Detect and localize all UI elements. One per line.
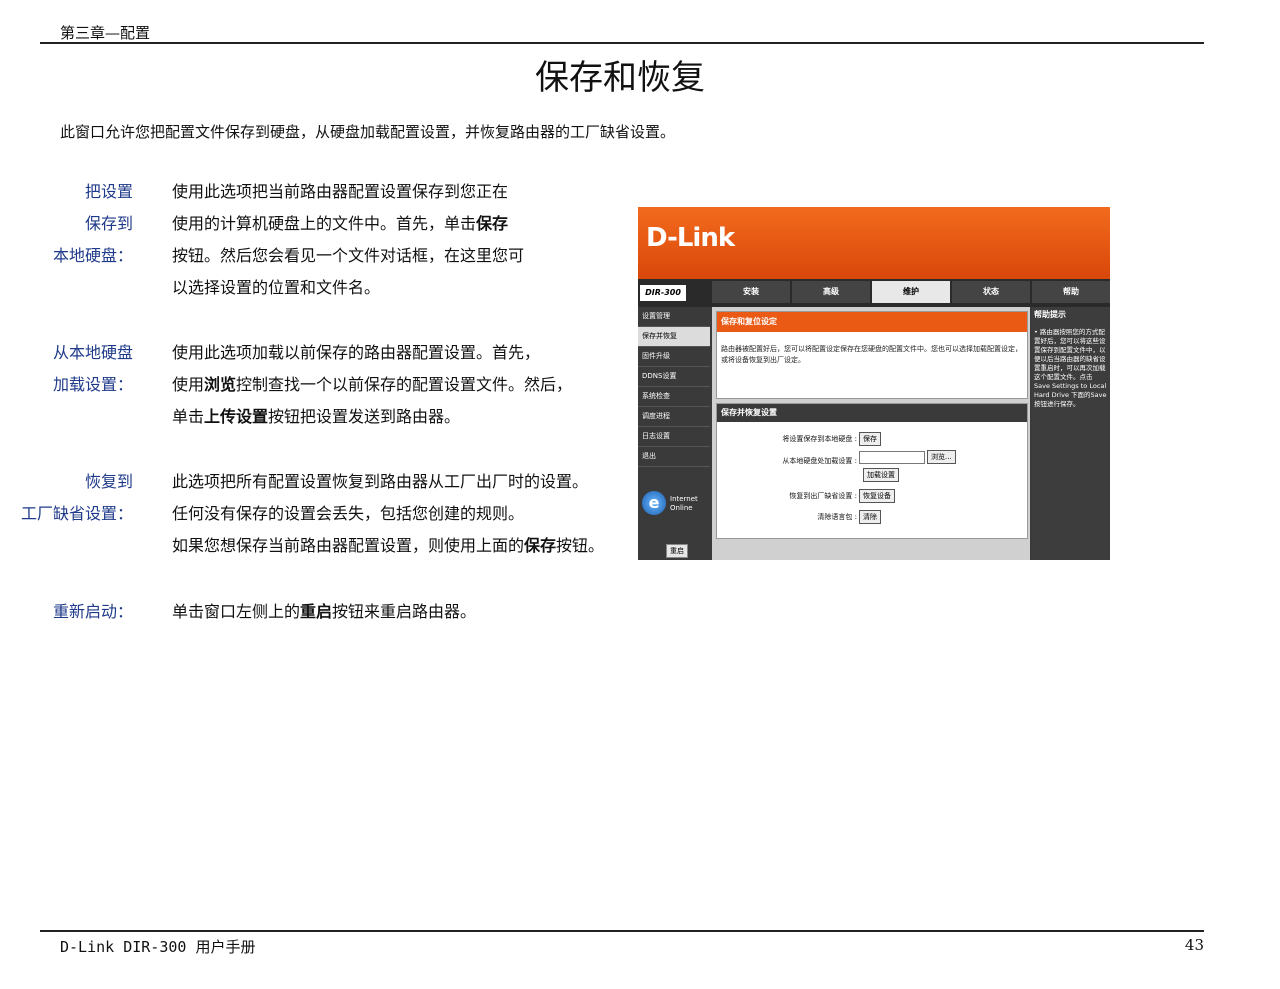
row-restore-label: 恢复到出厂缺省设置 : <box>789 492 857 500</box>
header-rule <box>40 42 1204 44</box>
row-clear-lang-label: 清除语言包 : <box>817 513 857 521</box>
intro-paragraph: 此窗口允许您把配置文件保存到硬盘，从硬盘加载配置设置，并恢复路由器的工厂缺省设置… <box>60 123 676 141</box>
tab-advanced[interactable]: 高级 <box>792 281 870 303</box>
menu-item-device-admin[interactable]: 设置管理 <box>638 307 710 327</box>
save-restore-box: 保存并恢复设置 将设置保存到本地硬盘 : 保存 从本地硬盘处加载设置 : 浏览.… <box>716 403 1028 539</box>
keyword-save: 保存 <box>524 536 557 555</box>
label-line: 恢复到 <box>84 472 133 491</box>
menu-item-system-check[interactable]: 系统检查 <box>638 387 710 407</box>
file-path-input[interactable] <box>859 451 925 464</box>
text-line: 单击上传设置按钮把设置发送到路由器。 <box>172 407 461 426</box>
clear-button[interactable]: 清除 <box>859 510 881 524</box>
menu-item-logout[interactable]: 退出 <box>638 447 710 467</box>
keyword-save: 保存 <box>476 214 509 233</box>
label-line: 加载设置： <box>52 375 133 394</box>
page-title: 保存和恢复 <box>535 58 705 98</box>
menu-item-firmware[interactable]: 固件升级 <box>638 347 710 367</box>
router-screenshot: D-Link DIR-300 安装 高级 维护 状态 帮助 设置管理 保存并恢复… <box>638 207 1110 560</box>
save-restore-box-title: 保存并恢复设置 <box>717 404 1027 422</box>
help-panel: 帮助提示 • 路由器按照您的方式配置好后，您可以将这些设置保存到配置文件中，以便… <box>1032 307 1110 560</box>
menu-item-schedules[interactable]: 调度进程 <box>638 407 710 427</box>
reboot-button[interactable]: 重启 <box>666 544 688 558</box>
keyword-upload: 上传设置 <box>204 407 269 426</box>
menu-item-ddns[interactable]: DDNS设置 <box>638 367 710 387</box>
footer-manual-title: D-Link DIR-300 用户手册 <box>60 938 256 956</box>
tab-setup[interactable]: 安装 <box>712 281 790 303</box>
help-title: 帮助提示 <box>1034 310 1066 319</box>
menu-item-log-settings[interactable]: 日志设置 <box>638 427 710 447</box>
text-line: 使用此选项加载以前保存的路由器配置设置。首先， <box>172 343 541 362</box>
keyword-browse: 浏览 <box>204 375 237 394</box>
label-line: 本地硬盘： <box>52 246 133 265</box>
restore-device-button[interactable]: 恢复设备 <box>859 489 895 503</box>
section-reboot-text: 单击窗口左侧上的重启按钮来重启路由器。 <box>172 602 477 621</box>
router-side-menu: 设置管理 保存并恢复 固件升级 DDNS设置 系统检查 调度进程 日志设置 退出 <box>638 307 710 467</box>
label-line: 保存到 <box>84 214 133 233</box>
intro-box-text: 路由器被配置好后，您可以将配置设定保存在您硬盘的配置文件中。您也可以选择加载配置… <box>721 345 1022 364</box>
model-badge: DIR-300 <box>640 285 686 301</box>
text-line: 以选择设置的位置和文件名。 <box>172 278 381 297</box>
text-line: 按钮。然后您会看见一个文件对话框，在这里您可 <box>172 246 525 265</box>
router-header: D-Link <box>638 207 1110 279</box>
menu-item-save-restore[interactable]: 保存并恢复 <box>638 327 710 347</box>
keyword-reboot: 重启 <box>300 602 333 621</box>
page-number: 43 <box>1184 936 1204 954</box>
tab-help[interactable]: 帮助 <box>1032 281 1110 303</box>
label-line: 把设置 <box>84 182 133 201</box>
dlink-logo: D-Link <box>646 223 735 253</box>
tab-maintenance[interactable]: 维护 <box>872 281 950 303</box>
text-line: 使用浏览控制查找一个以前保存的配置设置文件。然后， <box>172 375 573 394</box>
tab-status[interactable]: 状态 <box>952 281 1030 303</box>
footer-rule <box>40 930 1204 932</box>
browse-button[interactable]: 浏览... <box>927 450 956 464</box>
intro-box-title: 保存和复位设定 <box>717 312 1027 332</box>
row-save-label: 将设置保存到本地硬盘 : <box>782 435 857 443</box>
text-line: 使用此选项把当前路由器配置设置保存到您正在 <box>172 182 509 201</box>
row-load-label: 从本地硬盘处加载设置 : <box>782 457 857 465</box>
text-line: 如果您想保存当前路由器配置设置，则使用上面的保存按钮。 <box>172 536 605 555</box>
router-main-panel: 保存和复位设定 路由器被配置好后，您可以将配置设定保存在您硬盘的配置文件中。您也… <box>712 307 1030 560</box>
section-reboot-label: 重新启动： <box>52 602 133 621</box>
label-line: 从本地硬盘 <box>52 343 133 362</box>
help-text: • 路由器按照您的方式配置好后，您可以将这些设置保存到配置文件中，以便以后当路由… <box>1034 328 1107 408</box>
save-button[interactable]: 保存 <box>859 432 881 446</box>
text-line: 任何没有保存的设置会丢失，包括您创建的规则。 <box>172 504 525 523</box>
chapter-header: 第三章—配置 <box>60 24 151 42</box>
text-line: 此选项把所有配置设置恢复到路由器从工厂出厂时的设置。 <box>172 472 589 491</box>
load-settings-button[interactable]: 加载设置 <box>863 468 899 482</box>
intro-box: 保存和复位设定 路由器被配置好后，您可以将配置设定保存在您硬盘的配置文件中。您也… <box>716 311 1028 399</box>
internet-globe-icon: e <box>642 491 666 515</box>
router-tabs: 安装 高级 维护 状态 帮助 <box>712 281 1110 303</box>
text-line: 使用的计算机硬盘上的文件中。首先，单击保存 <box>172 214 509 233</box>
label-line: 工厂缺省设置： <box>20 504 133 523</box>
internet-status-label: Internet Online <box>670 495 698 512</box>
